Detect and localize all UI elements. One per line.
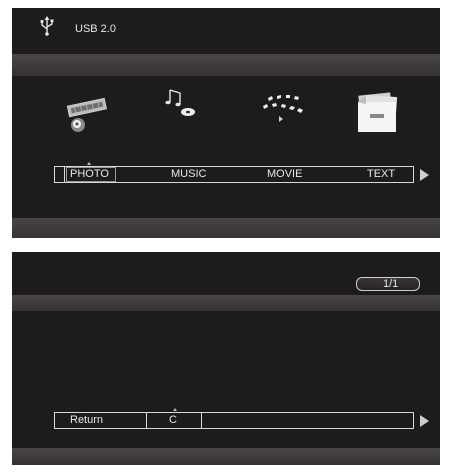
page-indicator-text: 1/1	[383, 278, 399, 290]
page-indicator: 1/1	[356, 277, 420, 291]
drive-label: C	[169, 414, 177, 426]
return-button[interactable]: Return	[55, 413, 147, 428]
menu-item-label: PHOTO	[70, 168, 109, 180]
footer-band	[12, 218, 440, 238]
menu-item-movie[interactable]: MOVIE	[217, 167, 317, 182]
media-menu-bar: PHOTO MUSIC MOVIE TEXT	[54, 166, 414, 183]
media-home-panel: USB 2.0 PHOTO MUSIC MOVIE TEXT	[12, 8, 440, 238]
footer-band	[12, 448, 440, 465]
selection-caret	[173, 408, 177, 411]
menu-bar-lead	[55, 167, 65, 182]
drive-c-item[interactable]: C	[147, 413, 202, 428]
header-band	[12, 54, 440, 76]
music-icon[interactable]	[162, 86, 206, 126]
menu-item-photo[interactable]: PHOTO	[65, 167, 117, 182]
usb-label: USB 2.0	[75, 23, 116, 35]
menu-item-music[interactable]: MUSIC	[117, 167, 217, 182]
photo-icon[interactable]	[62, 96, 112, 136]
right-arrow-icon[interactable]	[420, 169, 429, 181]
right-arrow-icon[interactable]	[420, 415, 429, 427]
text-icon[interactable]	[352, 90, 404, 134]
usb-icon	[40, 16, 54, 36]
menu-item-label: MUSIC	[171, 168, 207, 180]
menu-item-text[interactable]: TEXT	[317, 167, 413, 182]
movie-icon[interactable]	[254, 92, 310, 128]
file-browser-panel: 1/1 Return C	[12, 252, 440, 465]
browser-menu-bar: Return C	[54, 412, 414, 429]
menu-item-label: MOVIE	[267, 168, 303, 180]
menu-item-label: TEXT	[367, 168, 396, 180]
header-band	[12, 295, 440, 311]
return-label: Return	[70, 414, 104, 426]
selection-caret	[87, 162, 91, 165]
menu-bar-empty-slot	[202, 413, 413, 428]
